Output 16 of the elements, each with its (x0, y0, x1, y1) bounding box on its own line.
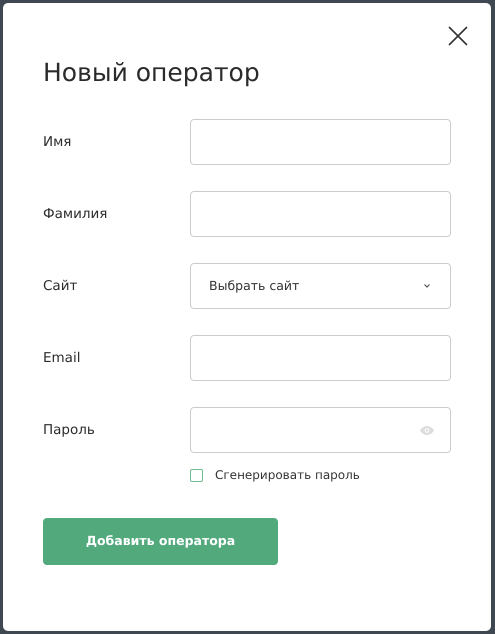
password-field[interactable] (190, 407, 451, 453)
input-field[interactable] (190, 335, 451, 381)
field-label: Пароль (43, 420, 96, 440)
checkbox[interactable] (190, 468, 203, 482)
field-label: Имя (43, 132, 72, 152)
checkbox-label: Сгенерировать пароль (215, 467, 360, 484)
input-field[interactable] (190, 191, 451, 237)
field-label: Фамилия (43, 204, 108, 224)
close-button[interactable] (447, 25, 469, 47)
caret-icon (424, 284, 430, 288)
dialog-title: Новый оператор (43, 57, 261, 89)
field-label: Email (43, 348, 82, 368)
site-select[interactable]: Выбрать сайт (190, 263, 451, 309)
field-label: Сайт (43, 276, 78, 296)
input-field[interactable] (190, 119, 451, 165)
eye-icon[interactable] (420, 426, 434, 434)
